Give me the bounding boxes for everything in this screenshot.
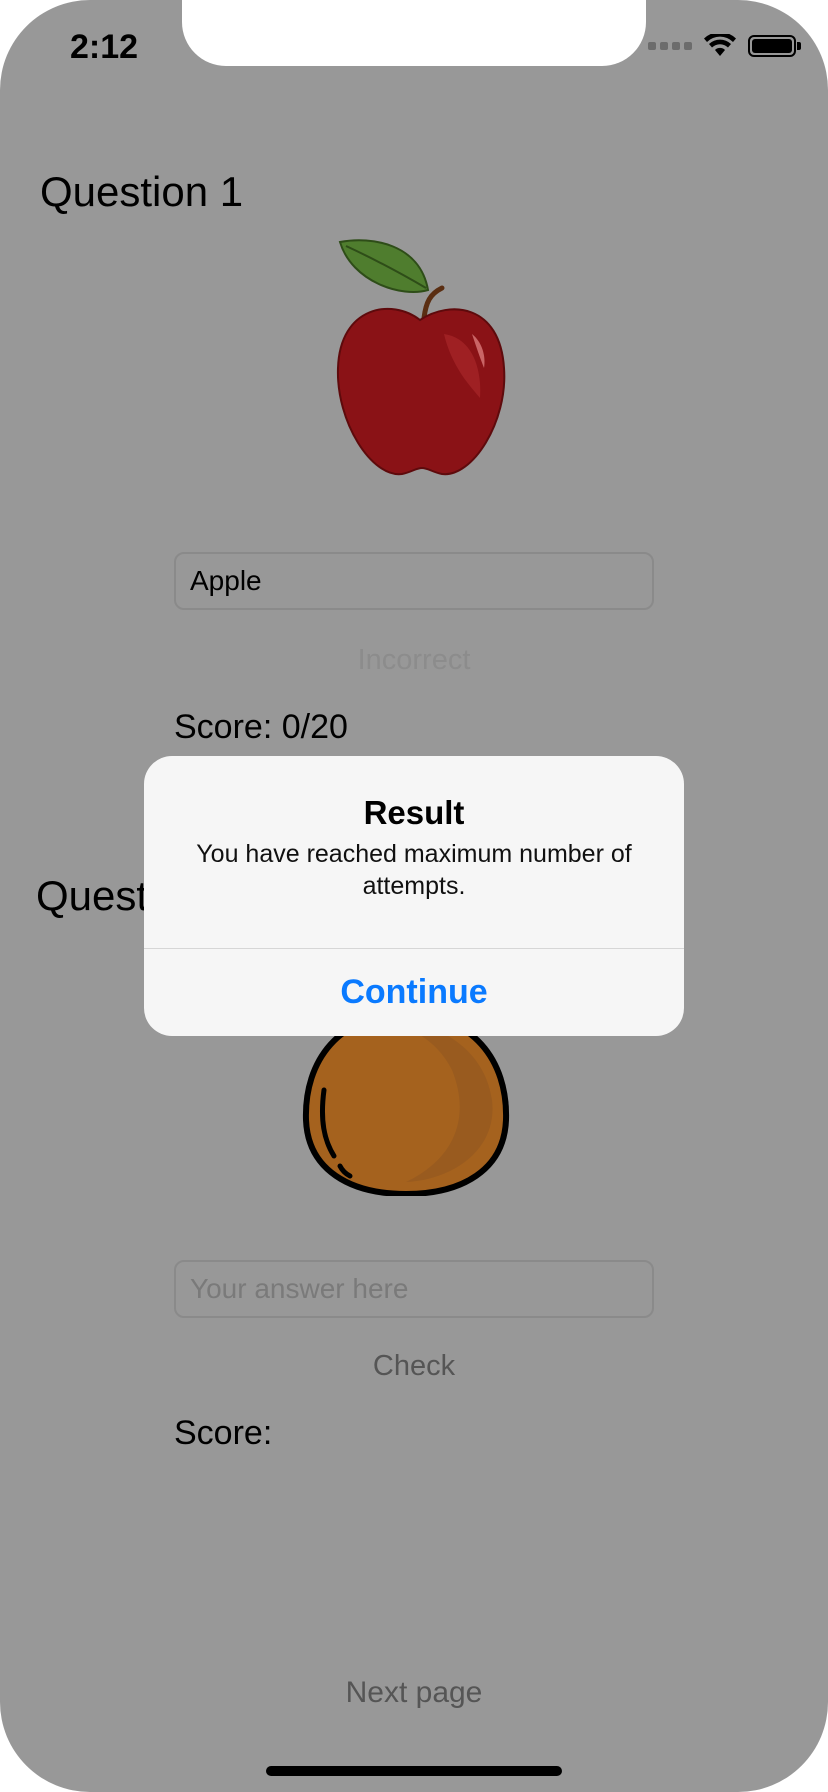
continue-button[interactable]: Continue [144, 949, 684, 1036]
alert-title: Result [363, 794, 465, 831]
app-screen: 2:12 Question 1 Apple Incorrect Score: 0… [0, 0, 828, 1792]
status-time: 2:12 [70, 28, 139, 66]
question-2-title: Quest [36, 872, 149, 919]
result-alert: Result You have reached maximum number o… [144, 756, 684, 1036]
wifi-icon [704, 34, 736, 56]
battery-icon [748, 35, 801, 57]
status-icons [648, 34, 801, 58]
answer-input-2[interactable]: Your answer here [174, 1260, 654, 1318]
feedback-label: Incorrect [357, 644, 471, 676]
answer-input-1[interactable]: Apple [174, 552, 654, 610]
orange-image [302, 1010, 510, 1196]
alert-message: You have reached maximum number of attem… [196, 840, 632, 900]
cellular-signal-icon [648, 42, 692, 50]
score-label-2: Score: [174, 1414, 273, 1452]
question-1-title: Question 1 [40, 168, 244, 215]
score-label-1: Score: 0/20 [174, 708, 348, 746]
device-notch [182, 0, 646, 66]
apple-image [336, 239, 506, 476]
home-indicator[interactable] [266, 1766, 562, 1776]
check-button[interactable]: Check [0, 1350, 828, 1383]
next-page-button[interactable]: Next page [0, 1676, 828, 1710]
